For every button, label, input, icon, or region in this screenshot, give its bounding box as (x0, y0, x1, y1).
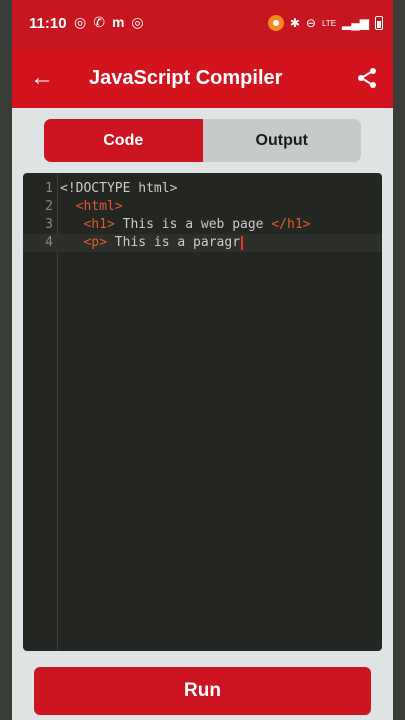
code-text: <!DOCTYPE html> (60, 181, 178, 196)
line-number: 1 (45, 181, 53, 196)
app-bar: ← JavaScript Compiler (12, 50, 393, 108)
status-icon-1: ◎ (74, 14, 87, 30)
instagram-icon: ◎ (131, 14, 144, 30)
signal-icon: ▂▄▆ (342, 16, 369, 30)
code-text: <h1> This is a web page </h1> (83, 217, 311, 232)
line-number: 4 (45, 235, 53, 250)
right-edge (393, 0, 405, 720)
share-icon[interactable] (355, 66, 379, 90)
code-line-current: 4 <p> This is a paragr (23, 234, 382, 252)
tab-output[interactable]: Output (203, 119, 362, 162)
bluetooth-icon: ✱ (289, 16, 300, 30)
line-number: 3 (45, 217, 53, 232)
recording-icon (267, 15, 284, 31)
system-icons: ✱ ⊖ LTE ▂▄▆ (267, 15, 383, 31)
code-line: 3 <h1> This is a web page </h1> (23, 216, 382, 234)
notification-icons: ◎ ✆ m ◎ (74, 14, 144, 31)
dnd-icon: ⊖ (305, 16, 316, 30)
battery-icon (375, 16, 383, 30)
line-number: 2 (45, 199, 53, 214)
phone-screen: 11:10 ◎ ✆ m ◎ ✱ ⊖ LTE ▂▄▆ ← JavaScript C… (12, 0, 393, 720)
code-line: 1 <!DOCTYPE html> (23, 180, 382, 198)
run-button[interactable]: Run (34, 667, 371, 715)
app-title: JavaScript Compiler (89, 67, 283, 89)
code-text: <html> (75, 199, 123, 214)
lte-icon: LTE (321, 18, 337, 28)
left-edge (0, 0, 12, 720)
code-text: <p> This is a paragr (60, 234, 244, 252)
whatsapp-icon: ✆ (93, 14, 105, 30)
tab-code[interactable]: Code (44, 119, 203, 162)
text-cursor (241, 235, 244, 250)
status-time: 11:10 (29, 15, 67, 32)
back-arrow-icon[interactable]: ← (30, 64, 54, 92)
app-m-icon: m (111, 14, 125, 30)
code-line: 2 <html> (23, 198, 382, 216)
tab-bar: Code Output (44, 119, 361, 162)
code-editor[interactable]: 1 <!DOCTYPE html> 2 <html> 3 <h1> This i… (23, 173, 382, 651)
status-bar: 11:10 ◎ ✆ m ◎ ✱ ⊖ LTE ▂▄▆ (12, 0, 393, 50)
